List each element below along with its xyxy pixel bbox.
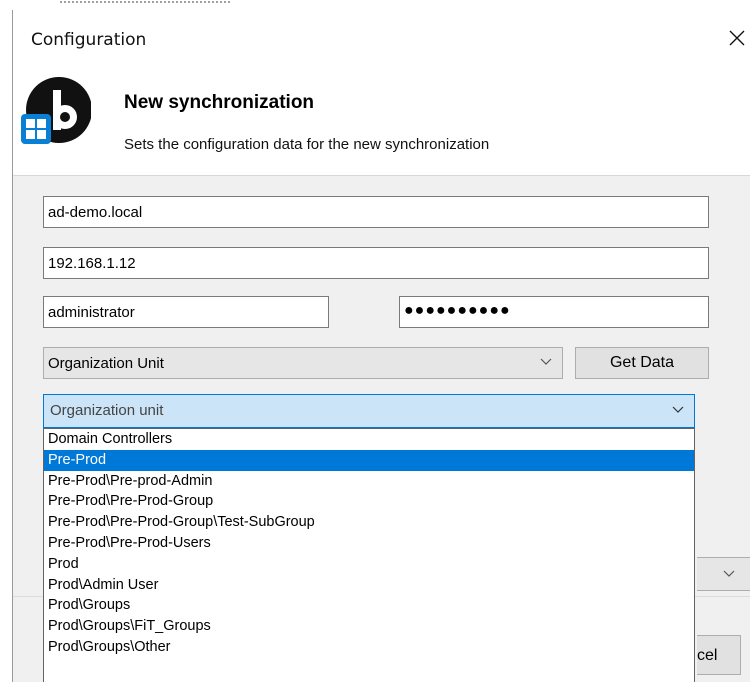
chevron-down-icon xyxy=(540,358,552,365)
organization-unit-dropdown-list[interactable]: Domain Controllers Pre-Prod Pre-Prod\Pre-p… xyxy=(43,428,695,682)
dropdown-option[interactable]: Pre-Prod\Pre-Prod-Group\Test-SubGroup xyxy=(44,512,694,533)
app-logo-icon xyxy=(21,77,91,144)
dropdown-option[interactable]: Prod xyxy=(44,554,694,575)
dropdown-option[interactable]: Prod\Groups\FiT_Groups xyxy=(44,616,694,637)
chevron-down-icon xyxy=(672,406,684,413)
title-bar: Configuration xyxy=(13,10,750,50)
chevron-down-icon xyxy=(723,570,735,577)
dropdown-option[interactable]: Prod\Groups\Other xyxy=(44,637,694,658)
background-window-strip xyxy=(0,0,750,10)
cancel-button[interactable]: cel xyxy=(697,635,741,675)
close-button[interactable] xyxy=(719,24,750,50)
dropdown-option[interactable]: Prod\Admin User xyxy=(44,575,694,596)
header-subtitle: Sets the configuration data for the new … xyxy=(124,136,490,153)
configuration-dialog: Configuration New synchronization Sets t… xyxy=(12,10,750,682)
organization-unit-selected: Organization unit xyxy=(50,402,164,419)
close-icon xyxy=(729,30,745,46)
object-type-select[interactable]: Organization Unit xyxy=(43,347,563,379)
server-address-field[interactable]: 192.168.1.12 xyxy=(43,247,709,279)
organization-unit-select[interactable]: Organization unit xyxy=(43,394,695,428)
header-title: New synchronization xyxy=(124,92,315,113)
partially-hidden-select[interactable] xyxy=(697,557,750,591)
dropdown-option[interactable]: Pre-Prod\Pre-Prod-Group xyxy=(44,491,694,512)
window-title: Configuration xyxy=(31,30,147,50)
password-field[interactable]: ●●●●●●●●●● xyxy=(399,296,709,328)
username-field[interactable]: administrator xyxy=(43,296,329,328)
get-data-button[interactable]: Get Data xyxy=(575,347,709,379)
object-type-selected: Organization Unit xyxy=(48,355,164,372)
dropdown-option[interactable]: Pre-Prod\Pre-Prod-Users xyxy=(44,533,694,554)
dropdown-option[interactable]: Prod\Groups xyxy=(44,595,694,616)
dropdown-option[interactable]: Pre-Prod\Pre-prod-Admin xyxy=(44,471,694,492)
dropdown-option[interactable]: Pre-Prod xyxy=(44,449,694,471)
dropdown-option[interactable]: Domain Controllers xyxy=(44,429,694,450)
domain-field[interactable]: ad-demo.local xyxy=(43,196,709,228)
dialog-header: New synchronization Sets the configurati… xyxy=(13,50,750,176)
background-window-edge xyxy=(60,0,230,3)
